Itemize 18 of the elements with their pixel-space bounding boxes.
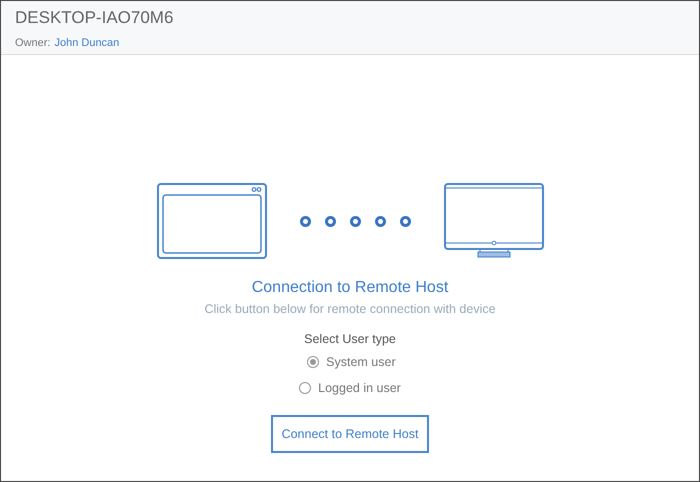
- dot-icon: [300, 216, 310, 226]
- radio-label: System user: [326, 354, 396, 371]
- dot-icon: [350, 216, 360, 226]
- connection-subtitle: Click button below for remote connection with device: [204, 301, 496, 317]
- radio-label: Logged in user: [318, 380, 401, 397]
- radio-button[interactable]: [307, 356, 320, 368]
- radio-button[interactable]: [299, 382, 312, 394]
- owner-link[interactable]: John Duncan: [54, 36, 120, 50]
- dot-icon: [400, 216, 410, 226]
- device-title: DESKTOP-IAO70M6: [15, 7, 174, 29]
- tablet-icon: [156, 183, 266, 259]
- monitor-icon: [444, 183, 544, 259]
- dot-icon: [374, 216, 386, 226]
- user-type-label: Select User type: [304, 331, 396, 347]
- dot-icon: [324, 216, 336, 226]
- connection-heading: Connection to Remote Host: [252, 278, 448, 298]
- connect-button[interactable]: Connect to Remote Host: [270, 415, 430, 453]
- owner-label: Owner:: [15, 36, 50, 50]
